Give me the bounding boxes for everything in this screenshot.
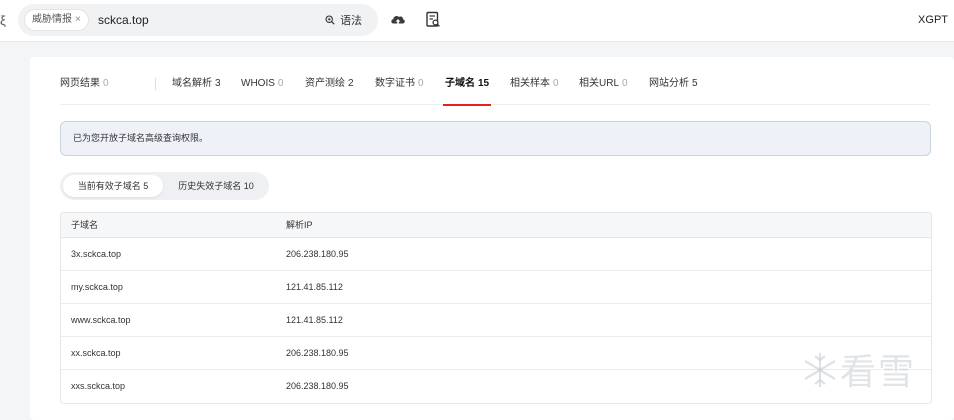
subdomain-cell: my.sckca.top [71, 282, 123, 292]
tab-count: 0 [103, 78, 109, 89]
watermark-text: 看雪 [840, 352, 917, 393]
cloud-upload-icon[interactable] [389, 11, 407, 29]
search-input[interactable] [98, 11, 298, 29]
ip-cell: 206.238.180.95 [286, 348, 349, 358]
permission-notice: 已为您开放子域名高级查询权限。 [60, 121, 931, 156]
tab-count: 0 [277, 78, 284, 89]
subdomain-filter-toggle: 当前有效子域名 5 历史失效子域名 10 [60, 172, 269, 200]
tab-web-results[interactable]: 网页结果 0 [60, 77, 109, 105]
watermark: 看雪 [800, 343, 940, 393]
syntax-button[interactable]: 语法 [325, 12, 362, 28]
tab-count: 15 [478, 78, 490, 89]
tab-certificates[interactable]: 数字证书 0 [375, 77, 424, 105]
table-row: www.sckca.top 121.41.85.112 [61, 304, 931, 337]
tab-related-samples[interactable]: 相关样本 0 [510, 77, 559, 105]
close-icon[interactable]: × [75, 14, 81, 25]
tab-count: 2 [348, 78, 354, 89]
subdomain-cell: xxs.sckca.top [71, 381, 126, 391]
active-tab-indicator [443, 104, 492, 106]
ip-cell: 121.41.85.112 [286, 282, 343, 292]
tab-whois[interactable]: WHOIS 0 [241, 77, 283, 105]
tab-count: 0 [622, 78, 628, 89]
tab-label: 相关样本 [510, 78, 550, 89]
tab-count: 0 [553, 78, 559, 89]
tab-label: WHOIS [241, 78, 275, 89]
tab-related-urls[interactable]: 相关URL 0 [579, 77, 628, 105]
tab-label: 相关URL [579, 78, 620, 89]
search-box[interactable]: 威胁情报× 语法 [18, 4, 378, 36]
result-tabs: 网页结果 0 域名解析 3 WHOIS 0 资产测绘 2 数字证书 0 子域名 15 相关样… [60, 77, 930, 106]
tab-count: 3 [215, 78, 221, 89]
tab-site-analysis[interactable]: 网站分析 5 [649, 77, 698, 105]
subdomain-cell: www.sckca.top [71, 315, 131, 325]
subdomain-cell: xx.sckca.top [71, 348, 121, 358]
table-header: 子域名 解析IP [61, 213, 931, 238]
menu-edge-icon[interactable]: ξ [0, 13, 8, 29]
ip-cell: 206.238.180.95 [286, 249, 349, 259]
tab-divider [155, 78, 156, 90]
search-scope-label: 威胁情报 [32, 14, 72, 25]
table-row: my.sckca.top 121.41.85.112 [61, 271, 931, 304]
document-search-icon[interactable] [424, 11, 442, 29]
top-bar: ξ 威胁情报× 语法 XGPT [0, 0, 954, 42]
magnifier-icon [325, 15, 338, 27]
historical-subdomains-button[interactable]: 历史失效子域名 10 [166, 175, 266, 197]
column-header-subdomain: 子域名 [71, 220, 99, 230]
tab-label: 网站分析 [649, 78, 689, 89]
tab-label: 域名解析 [172, 78, 212, 89]
tab-label: 网页结果 [60, 78, 100, 89]
tab-label: 数字证书 [375, 78, 415, 89]
search-scope-tag[interactable]: 威胁情报 × [24, 9, 89, 31]
tab-label: 资产测绘 [305, 78, 345, 89]
tab-label: 子域名 [445, 78, 475, 89]
snowflake-icon [804, 353, 836, 387]
syntax-label: 语法 [340, 15, 363, 27]
xgpt-link[interactable]: XGPT [918, 14, 948, 26]
column-header-ip: 解析IP [286, 220, 313, 230]
ip-cell: 121.41.85.112 [286, 315, 343, 325]
tab-count: 0 [418, 78, 424, 89]
tab-count: 5 [692, 78, 698, 89]
tab-dns-resolution[interactable]: 域名解析 3 [172, 77, 221, 105]
tab-asset-mapping[interactable]: 资产测绘 2 [305, 77, 354, 105]
table-row: 3x.sckca.top 206.238.180.95 [61, 238, 931, 271]
tab-subdomains[interactable]: 子域名 15 [443, 77, 492, 106]
current-subdomains-button[interactable]: 当前有效子域名 5 [63, 175, 163, 197]
ip-cell: 206.238.180.95 [286, 381, 349, 391]
subdomain-cell: 3x.sckca.top [71, 249, 122, 259]
